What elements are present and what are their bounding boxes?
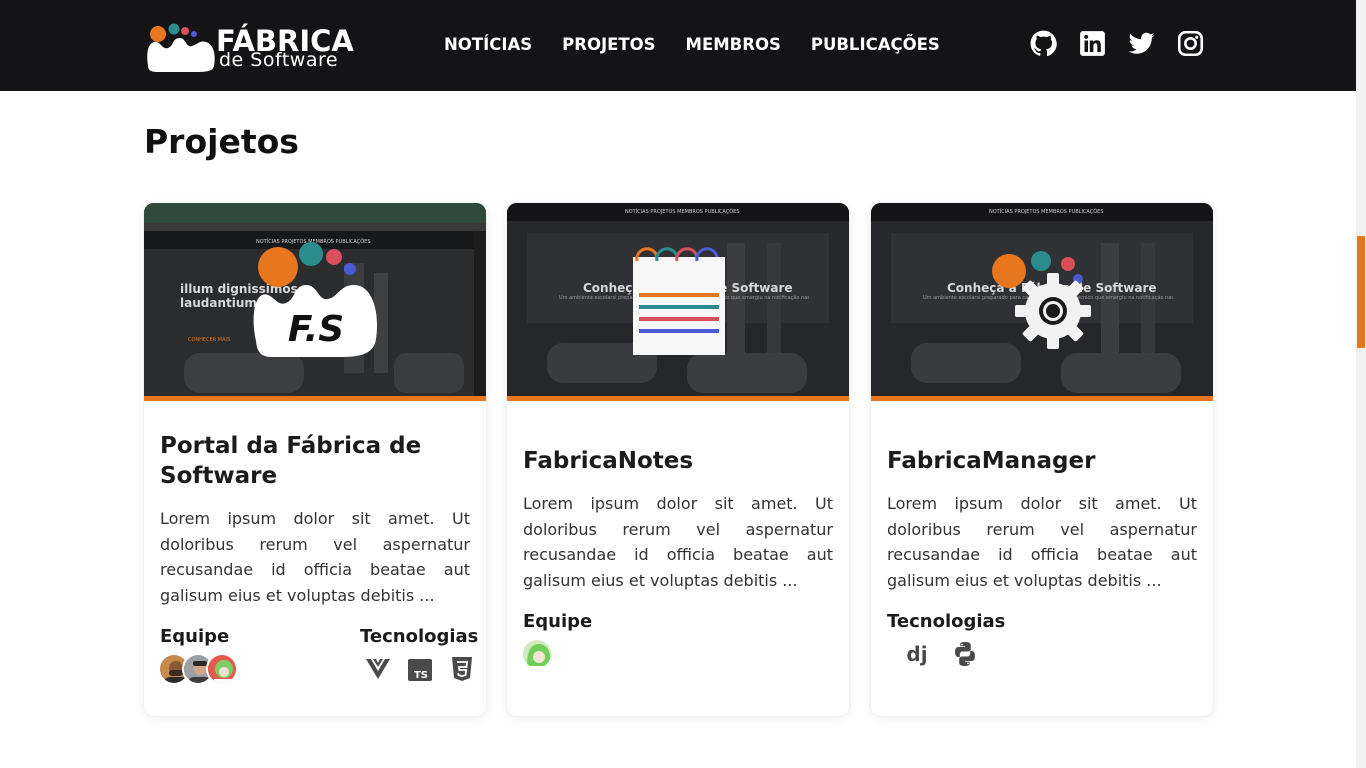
python-icon	[955, 642, 975, 666]
vue-icon	[366, 659, 390, 679]
tech-label: Tecnologias	[360, 626, 479, 647]
site-header: FÁBRICA de Software NOTÍCIAS PROJETOS ME…	[0, 0, 1356, 91]
fs-logo-icon: F.S	[253, 242, 378, 357]
main-nav: NOTÍCIAS PROJETOS MEMBROS PUBLICAÇÕES	[444, 35, 940, 54]
project-thumbnail: NOTÍCIAS PROJETOS MEMBROS PUBLICAÇÕES Co…	[871, 203, 1213, 401]
project-title[interactable]: FabricaManager	[887, 446, 1197, 476]
project-thumbnail: NOTÍCIAS PROJETOS MEMBROS PUBLICAÇÕES il…	[144, 203, 486, 401]
svg-text:dj: dj	[906, 642, 927, 666]
brand-subtitle: de Software	[219, 49, 339, 71]
preview-nav: NOTÍCIAS PROJETOS MEMBROS PUBLICAÇÕES	[989, 209, 1104, 215]
tech-stack: dj	[903, 640, 979, 668]
brand-logo[interactable]: FÁBRICA de Software	[144, 18, 364, 74]
project-card[interactable]: NOTÍCIAS PROJETOS MEMBROS PUBLICAÇÕES Co…	[507, 203, 849, 716]
avatar[interactable]	[521, 638, 553, 670]
project-description: Lorem ipsum dolor sit amet. Ut doloribus…	[160, 509, 470, 605]
linkedin-link[interactable]	[1079, 30, 1106, 57]
project-card[interactable]: NOTÍCIAS PROJETOS MEMBROS PUBLICAÇÕES Co…	[871, 203, 1213, 716]
gear-icon	[992, 251, 1091, 349]
preview-button: CONHECER MAIS	[188, 337, 231, 343]
team-avatars	[521, 638, 553, 670]
card-accent-bar	[144, 396, 486, 401]
nav-link-publicacoes[interactable]: PUBLICAÇÕES	[811, 35, 940, 54]
project-description: Lorem ipsum dolor sit amet. Ut doloribus…	[523, 494, 833, 590]
card-accent-bar	[507, 396, 849, 401]
project-card[interactable]: NOTÍCIAS PROJETOS MEMBROS PUBLICAÇÕES il…	[144, 203, 486, 716]
preview-nav: NOTÍCIAS PROJETOS MEMBROS PUBLICAÇÕES	[625, 209, 740, 215]
nav-link-noticias[interactable]: NOTÍCIAS	[444, 35, 532, 54]
twitter-icon	[1128, 32, 1155, 54]
github-icon	[1030, 30, 1057, 57]
tech-stack: TS	[364, 655, 476, 683]
scrollbar-track[interactable]	[1356, 0, 1366, 768]
project-title[interactable]: FabricaNotes	[523, 446, 833, 476]
team-label: Equipe	[160, 626, 230, 647]
linkedin-icon	[1080, 31, 1105, 56]
avatar[interactable]	[206, 653, 238, 685]
django-icon: dj	[906, 642, 927, 666]
typescript-icon: TS	[408, 659, 432, 681]
instagram-icon	[1177, 30, 1204, 57]
page-title: Projetos	[144, 122, 299, 161]
fabrica-logo-icon	[147, 23, 215, 72]
social-links	[1030, 30, 1204, 57]
project-thumbnail: NOTÍCIAS PROJETOS MEMBROS PUBLICAÇÕES Co…	[507, 203, 849, 401]
project-description: Lorem ipsum dolor sit amet. Ut doloribus…	[887, 494, 1197, 590]
instagram-link[interactable]	[1177, 30, 1204, 57]
nav-link-membros[interactable]: MEMBROS	[686, 35, 781, 54]
twitter-link[interactable]	[1128, 30, 1155, 57]
team-avatars	[158, 653, 238, 685]
css3-icon	[452, 657, 472, 681]
notebook-icon	[633, 247, 725, 355]
card-accent-bar	[871, 396, 1213, 401]
github-link[interactable]	[1030, 30, 1057, 57]
scrollbar-thumb[interactable]	[1357, 236, 1365, 348]
nav-link-projetos[interactable]: PROJETOS	[562, 35, 655, 54]
svg-text:F.S: F.S	[288, 309, 344, 350]
team-label: Equipe	[523, 611, 593, 632]
project-title[interactable]: Portal da Fábrica de Software	[160, 431, 470, 491]
tech-label: Tecnologias	[887, 611, 1006, 632]
svg-text:TS: TS	[414, 670, 428, 681]
